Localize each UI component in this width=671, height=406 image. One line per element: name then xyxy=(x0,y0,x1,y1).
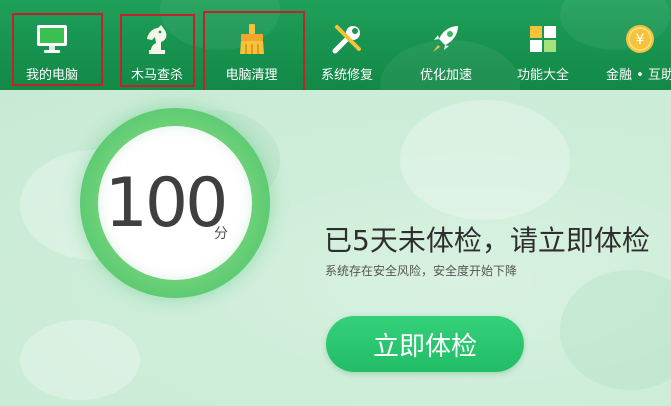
score-unit: 分 xyxy=(214,226,228,242)
toolbar-label: 优化加速 xyxy=(419,68,472,83)
toolbar-label: 金融 • 互助 xyxy=(606,68,671,83)
yuan-coin-icon: ¥ xyxy=(623,22,657,56)
highlight-box-cleanup xyxy=(203,11,305,90)
checkup-subline: 系统存在安全风险，安全度开始下降 xyxy=(325,264,518,278)
wrench-icon xyxy=(330,22,364,56)
apps-grid-icon xyxy=(526,22,560,56)
toolbar-item-all-features[interactable]: 功能大全 xyxy=(493,0,593,90)
start-checkup-button[interactable]: 立即体检 xyxy=(326,316,524,372)
toolbar-item-finance[interactable]: ¥ 金融 • 互助 xyxy=(590,0,671,90)
toolbar-item-system-repair[interactable]: 系统修复 xyxy=(297,0,397,90)
score-ring: 100 xyxy=(80,108,270,298)
top-toolbar: 我的电脑 木马查杀 电脑清理 系统修复 优化加速 功能大全 ¥ 金融 • 互助 xyxy=(0,0,671,90)
highlight-box-my-computer xyxy=(12,13,103,86)
highlight-box-trojan-scan xyxy=(120,14,195,87)
checkup-headline: 已5天未体检，请立即体检 xyxy=(324,224,650,257)
svg-text:¥: ¥ xyxy=(636,32,645,48)
rocket-icon xyxy=(429,22,463,56)
toolbar-label: 功能大全 xyxy=(516,68,569,83)
toolbar-item-optimize[interactable]: 优化加速 xyxy=(396,0,496,90)
toolbar-label: 系统修复 xyxy=(320,68,373,83)
score-value: 100 xyxy=(104,164,229,243)
